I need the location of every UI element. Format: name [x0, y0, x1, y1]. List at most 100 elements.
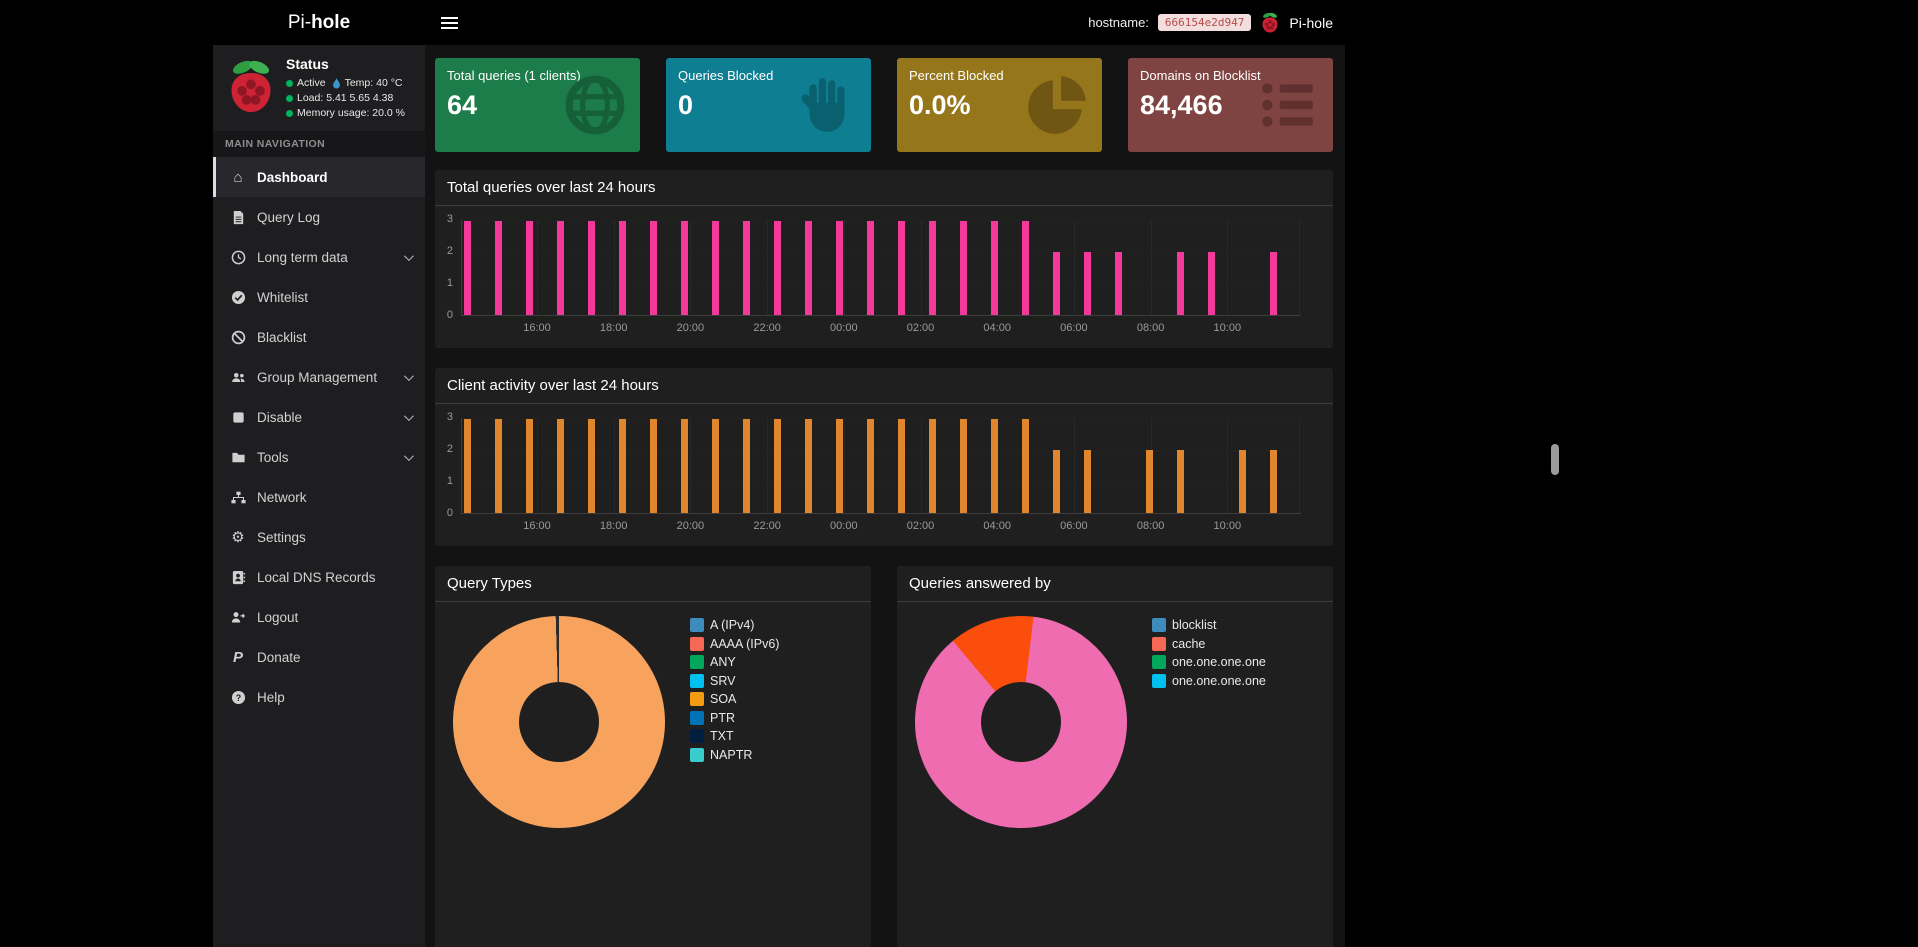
sidebar-item-blacklist[interactable]: Blacklist [213, 317, 425, 357]
card-queries-blocked[interactable]: Queries Blocked 0 [666, 58, 871, 152]
sidebar-item-label: Whitelist [257, 290, 308, 305]
status-row-memory: Memory usage: 20.0 % [286, 106, 405, 121]
y-axis-line [461, 418, 462, 514]
bar [1177, 252, 1184, 315]
x-tick-label: 10:00 [1214, 322, 1242, 334]
queries-answered-legend: blocklist cache one.one.one.one one.one.one… [1152, 618, 1266, 828]
x-tick-label: 02:00 [907, 520, 935, 532]
status-dot-icon [286, 95, 293, 102]
bar [1270, 450, 1277, 513]
sidebar-item-donate[interactable]: PDonate [213, 637, 425, 677]
sidebar-item-label: Query Log [257, 210, 320, 225]
gridline [1227, 418, 1228, 514]
legend-item[interactable]: one.one.one.one [1152, 655, 1266, 669]
status-title: Status [286, 56, 405, 72]
sidebar-item-label: Disable [257, 410, 302, 425]
gears-icon: ⚙ [226, 530, 250, 545]
sidebar-item-query-log[interactable]: Query Log [213, 197, 425, 237]
legend-item[interactable]: SRV [690, 674, 779, 688]
legend-label: SOA [710, 692, 736, 706]
gridline [1227, 220, 1228, 316]
bar [619, 419, 626, 513]
svg-text:?: ? [235, 692, 240, 702]
summary-cards: Total queries (1 clients) 64 Queries Blo… [435, 58, 1333, 152]
chevron-down-icon [404, 251, 414, 261]
legend-swatch [690, 692, 704, 706]
gridline [1074, 418, 1075, 514]
sidebar-item-settings[interactable]: ⚙Settings [213, 517, 425, 557]
legend-item[interactable]: AAAA (IPv6) [690, 637, 779, 651]
panel-total-queries: Total queries over last 24 hours 3210 16… [435, 170, 1333, 348]
x-axis-line [461, 513, 1301, 514]
bar [557, 419, 564, 513]
sidebar-item-label: Network [257, 490, 307, 505]
raspberry-icon [1260, 11, 1280, 34]
gridline [614, 418, 615, 514]
sidebar-item-help[interactable]: ?Help [213, 677, 425, 717]
gridline [844, 418, 845, 514]
gridline [1074, 220, 1075, 316]
card-percent-blocked[interactable]: Percent Blocked 0.0% [897, 58, 1102, 152]
card-domains-on-blocklist[interactable]: Domains on Blocklist 84,466 [1128, 58, 1333, 152]
sidebar-item-local-dns-records[interactable]: Local DNS Records [213, 557, 425, 597]
card-total-queries[interactable]: Total queries (1 clients) 64 [435, 58, 640, 152]
sidebar-item-label: Tools [257, 450, 289, 465]
logout-icon [226, 610, 250, 625]
sidebar-item-tools[interactable]: Tools [213, 437, 425, 477]
bar [712, 221, 719, 315]
legend-label: SRV [710, 674, 735, 688]
gridline [1151, 220, 1152, 316]
bar [526, 221, 533, 315]
scrollbar-thumb[interactable] [1551, 444, 1559, 475]
legend-item[interactable]: cache [1152, 637, 1266, 651]
sidebar-item-dashboard[interactable]: ⌂Dashboard [213, 157, 425, 197]
legend-label: TXT [710, 729, 734, 743]
gridline [690, 418, 691, 514]
sidebar-item-group-management[interactable]: Group Management [213, 357, 425, 397]
legend-swatch [690, 637, 704, 651]
legend-item[interactable]: TXT [690, 729, 779, 743]
legend-item[interactable]: SOA [690, 692, 779, 706]
bar [743, 419, 750, 513]
legend-item[interactable]: A (IPv4) [690, 618, 779, 632]
y-tick-label: 0 [447, 507, 453, 519]
y-tick-label: 3 [447, 411, 453, 423]
legend-item[interactable]: ANY [690, 655, 779, 669]
bar [1084, 252, 1091, 315]
legend-item[interactable]: one.one.one.one [1152, 674, 1266, 688]
panel-title: Queries answered by [897, 566, 1333, 602]
sidebar-item-logout[interactable]: Logout [213, 597, 425, 637]
hand-icon [793, 72, 859, 138]
legend-item[interactable]: blocklist [1152, 618, 1266, 632]
sidebar-item-disable[interactable]: Disable [213, 397, 425, 437]
sidebar-toggle-button[interactable] [441, 17, 458, 29]
gridline [461, 220, 1301, 221]
sidebar-item-network[interactable]: Network [213, 477, 425, 517]
stop-icon [226, 410, 250, 425]
bar [836, 221, 843, 315]
bar [1022, 221, 1029, 315]
queries-answered-donut-chart[interactable] [915, 616, 1127, 828]
bar [619, 221, 626, 315]
gridline [1299, 418, 1300, 514]
bar [743, 221, 750, 315]
home-icon: ⌂ [226, 170, 250, 185]
query-types-donut-chart[interactable] [453, 616, 665, 828]
sidebar-item-whitelist[interactable]: Whitelist [213, 277, 425, 317]
y-tick-label: 1 [447, 277, 453, 289]
client-activity-chart[interactable]: 3210 16:0018:0020:0022:0000:0002:0004:00… [435, 404, 1333, 546]
pihole-logo [225, 56, 277, 121]
legend-item[interactable]: PTR [690, 711, 779, 725]
sidebar-item-long-term-data[interactable]: Long term data [213, 237, 425, 277]
bar [867, 221, 874, 315]
legend-label: ANY [710, 655, 736, 669]
legend-item[interactable]: NAPTR [690, 748, 779, 762]
total-queries-chart[interactable]: 3210 16:0018:0020:0022:0000:0002:0004:00… [435, 206, 1333, 348]
legend-swatch [1152, 655, 1166, 669]
legend-swatch [690, 748, 704, 762]
y-tick-label: 0 [447, 309, 453, 321]
panel-queries-answered-by: Queries answered by blocklist cache one.on… [897, 566, 1333, 947]
legend-label: AAAA (IPv6) [710, 637, 779, 651]
brand-logo[interactable]: Pi-hole [213, 12, 425, 34]
y-tick-label: 1 [447, 475, 453, 487]
